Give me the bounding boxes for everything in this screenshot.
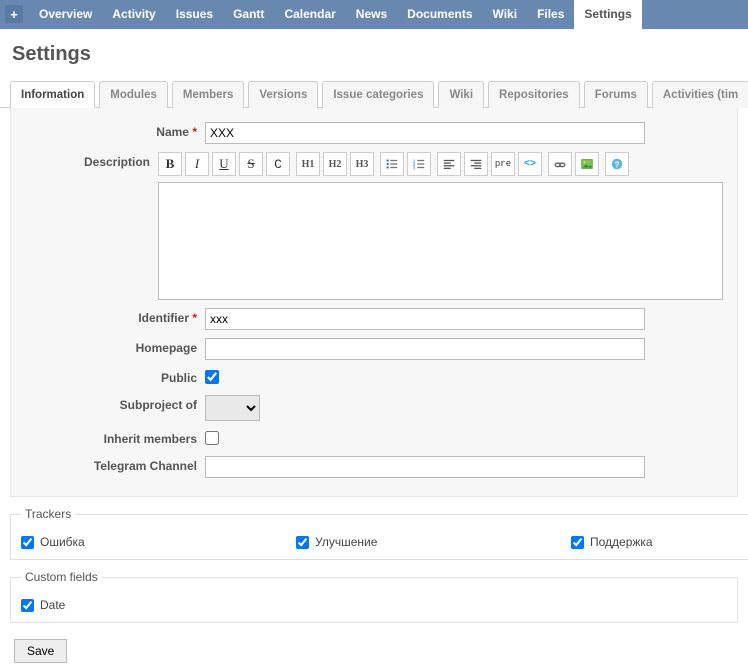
rte-toolbar: B I U S C H1 H2 H3 123	[158, 152, 723, 176]
link-button[interactable]	[548, 152, 572, 176]
identifier-label: Identifier *	[25, 308, 205, 325]
page-title: Settings	[0, 29, 748, 80]
italic-button[interactable]: I	[185, 152, 209, 176]
tracker-support[interactable]: Поддержка	[571, 535, 748, 549]
subproject-select[interactable]	[205, 395, 260, 421]
tab-versions[interactable]: Versions	[248, 81, 318, 108]
nav-news[interactable]: News	[346, 0, 397, 29]
help-button[interactable]: ?	[605, 152, 629, 176]
tab-activities[interactable]: Activities (tim	[652, 81, 748, 108]
nav-wiki[interactable]: Wiki	[483, 0, 528, 29]
tab-forums[interactable]: Forums	[584, 81, 648, 108]
subproject-label: Subproject of	[25, 395, 205, 412]
homepage-label: Homepage	[25, 338, 205, 355]
nav-overview[interactable]: Overview	[29, 0, 102, 29]
underline-button[interactable]: U	[212, 152, 236, 176]
ol-button[interactable]: 123	[407, 152, 431, 176]
tracker-bug[interactable]: Ошибка	[21, 535, 296, 549]
align-left-button[interactable]	[437, 152, 461, 176]
h1-button[interactable]: H1	[296, 152, 320, 176]
trackers-fieldset: Trackers Ошибка Улучшение Поддержка	[10, 507, 748, 560]
cf-date-checkbox[interactable]	[21, 599, 34, 612]
tab-members[interactable]: Members	[172, 81, 245, 108]
tab-wiki[interactable]: Wiki	[438, 81, 484, 108]
pre-button[interactable]: pre	[491, 152, 515, 176]
inherit-checkbox[interactable]	[205, 431, 219, 445]
tab-modules[interactable]: Modules	[99, 81, 168, 108]
html-button[interactable]: <>	[518, 152, 542, 176]
tab-repositories[interactable]: Repositories	[488, 81, 580, 108]
svg-text:3: 3	[413, 165, 416, 170]
settings-form: Name * Description B I U S C H1 H2 H3	[10, 108, 738, 497]
public-checkbox[interactable]	[205, 370, 219, 384]
nav-settings[interactable]: Settings	[574, 0, 641, 29]
custom-fields-legend: Custom fields	[21, 570, 102, 584]
ul-button[interactable]	[380, 152, 404, 176]
trackers-legend: Trackers	[21, 507, 75, 521]
identifier-field[interactable]	[205, 308, 645, 330]
nav-activity[interactable]: Activity	[102, 0, 165, 29]
save-button[interactable]: Save	[14, 639, 67, 663]
name-label: Name *	[25, 122, 205, 139]
strike-button[interactable]: S	[239, 152, 263, 176]
tracker-bug-checkbox[interactable]	[21, 536, 34, 549]
nav-issues[interactable]: Issues	[166, 0, 223, 29]
tab-issue-categories[interactable]: Issue categories	[322, 81, 434, 108]
description-field[interactable]	[158, 182, 723, 300]
tracker-feature-checkbox[interactable]	[296, 536, 309, 549]
nav-calendar[interactable]: Calendar	[274, 0, 345, 29]
nav-gantt[interactable]: Gantt	[223, 0, 274, 29]
inherit-label: Inherit members	[25, 429, 205, 446]
homepage-field[interactable]	[205, 338, 645, 360]
align-right-button[interactable]	[464, 152, 488, 176]
tracker-support-checkbox[interactable]	[571, 536, 584, 549]
settings-tabs: Information Modules Members Versions Iss…	[0, 80, 748, 108]
telegram-label: Telegram Channel	[25, 456, 205, 473]
h3-button[interactable]: H3	[350, 152, 374, 176]
nav-files[interactable]: Files	[527, 0, 574, 29]
description-label: Description	[25, 152, 158, 169]
bold-button[interactable]: B	[158, 152, 182, 176]
svg-text:?: ?	[615, 161, 620, 170]
code-button[interactable]: C	[266, 152, 290, 176]
cf-date[interactable]: Date	[21, 598, 296, 612]
tracker-feature[interactable]: Улучшение	[296, 535, 571, 549]
public-label: Public	[25, 368, 205, 385]
tab-information[interactable]: Information	[10, 81, 95, 108]
new-project-button[interactable]: +	[5, 5, 23, 23]
custom-fields-fieldset: Custom fields Date	[10, 570, 738, 623]
telegram-field[interactable]	[205, 456, 645, 478]
image-button[interactable]	[575, 152, 599, 176]
h2-button[interactable]: H2	[323, 152, 347, 176]
nav-documents[interactable]: Documents	[397, 0, 482, 29]
main-menu: + Overview Activity Issues Gantt Calenda…	[0, 0, 748, 29]
name-field[interactable]	[205, 122, 645, 144]
